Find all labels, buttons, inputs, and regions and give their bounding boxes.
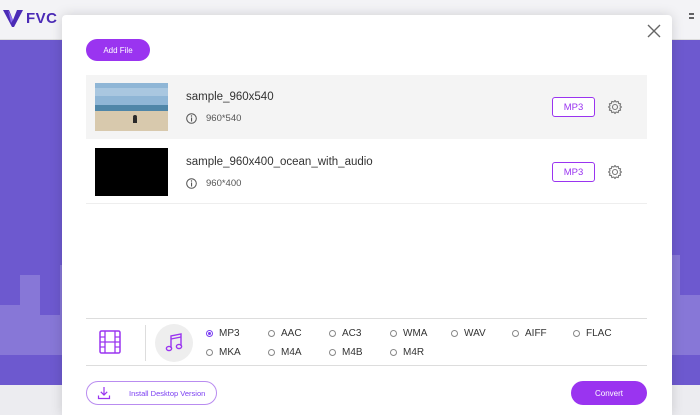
download-icon — [97, 387, 111, 400]
gear-icon[interactable] — [607, 164, 623, 180]
radio-m4r[interactable] — [390, 349, 397, 356]
format-option-mp3[interactable]: MP3 — [206, 328, 240, 339]
file-row: sample_960x540 960*540 MP3 — [86, 75, 647, 139]
install-desktop-label: Install Desktop Version — [129, 389, 206, 398]
format-option-label: AIFF — [525, 328, 547, 339]
audio-tab[interactable] — [155, 324, 193, 362]
file-name: sample_960x400_ocean_with_audio — [186, 156, 373, 168]
music-note-icon — [165, 333, 183, 352]
format-option-label: M4A — [281, 347, 302, 358]
format-option-aac[interactable]: AAC — [268, 328, 302, 339]
format-option-ac3[interactable]: AC3 — [329, 328, 361, 339]
radio-mka[interactable] — [206, 349, 213, 356]
fvc-logo: FVC — [2, 8, 58, 28]
video-thumbnail — [95, 148, 168, 196]
fvc-brand-text: FVC — [26, 9, 58, 27]
format-panel: MP3 AAC AC3 WMA WAV AIFF FLAC MKA M4A M4… — [86, 318, 647, 366]
format-option-m4r[interactable]: M4R — [390, 347, 424, 358]
info-icon — [186, 178, 197, 189]
file-row: sample_960x400_ocean_with_audio 960*400 … — [86, 140, 647, 204]
output-format-button[interactable]: MP3 — [552, 162, 595, 182]
close-icon[interactable] — [646, 23, 662, 39]
file-name: sample_960x540 — [186, 91, 274, 103]
format-option-label: AAC — [281, 328, 302, 339]
converter-dialog: Add File sample_960x540 960*540 MP3 samp… — [62, 15, 672, 415]
gear-icon[interactable] — [607, 99, 623, 115]
format-option-label: MP3 — [219, 328, 240, 339]
format-option-label: WAV — [464, 328, 486, 339]
radio-m4a[interactable] — [268, 349, 275, 356]
format-option-label: WMA — [403, 328, 428, 339]
format-option-wav[interactable]: WAV — [451, 328, 486, 339]
radio-ac3[interactable] — [329, 330, 336, 337]
output-format-button[interactable]: MP3 — [552, 97, 595, 117]
format-option-flac[interactable]: FLAC — [573, 328, 612, 339]
format-option-wma[interactable]: WMA — [390, 328, 427, 339]
fvc-logo-icon — [3, 10, 23, 27]
film-icon[interactable] — [98, 329, 122, 355]
format-option-m4b[interactable]: M4B — [329, 347, 363, 358]
add-file-button[interactable]: Add File — [86, 39, 150, 61]
radio-aac[interactable] — [268, 330, 275, 337]
file-resolution: 960*540 — [206, 113, 242, 124]
format-option-label: MKA — [219, 347, 241, 358]
radio-wma[interactable] — [390, 330, 397, 337]
file-resolution: 960*400 — [206, 178, 242, 189]
tab-divider — [145, 325, 146, 361]
format-option-label: M4B — [342, 347, 363, 358]
radio-flac[interactable] — [573, 330, 580, 337]
format-option-label: AC3 — [342, 328, 362, 339]
radio-m4b[interactable] — [329, 349, 336, 356]
convert-button[interactable]: Convert — [571, 381, 647, 405]
install-desktop-button[interactable]: Install Desktop Version — [86, 381, 217, 405]
radio-aiff[interactable] — [512, 330, 519, 337]
format-option-label: FLAC — [586, 328, 612, 339]
radio-mp3[interactable] — [206, 330, 213, 337]
info-icon — [186, 113, 197, 124]
header-menu-fragment — [688, 12, 696, 24]
radio-wav[interactable] — [451, 330, 458, 337]
format-option-label: M4R — [403, 347, 425, 358]
format-option-aiff[interactable]: AIFF — [512, 328, 547, 339]
format-option-mka[interactable]: MKA — [206, 347, 241, 358]
video-thumbnail — [95, 83, 168, 131]
format-option-m4a[interactable]: M4A — [268, 347, 302, 358]
